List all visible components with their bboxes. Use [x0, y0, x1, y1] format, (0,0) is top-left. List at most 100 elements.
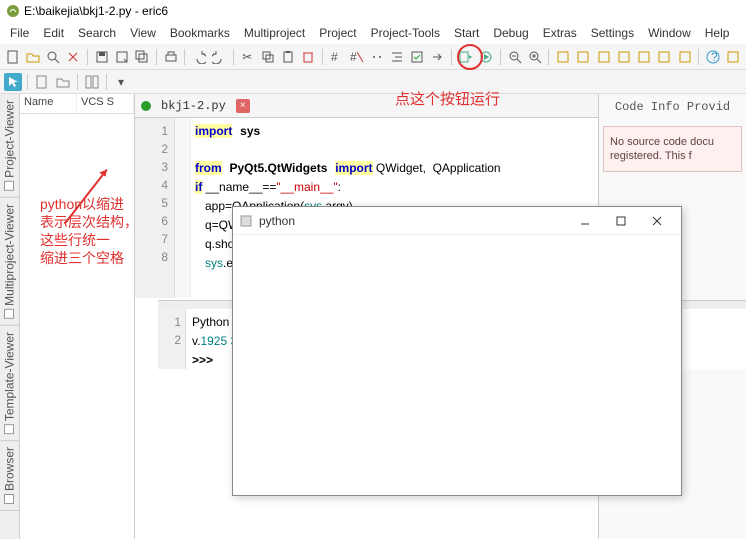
tool-icon[interactable] — [595, 48, 612, 66]
active-tab[interactable]: bkj1-2.py — [157, 97, 230, 115]
toolbar-separator — [77, 74, 78, 90]
close-icon[interactable] — [65, 48, 82, 66]
svg-text:?: ? — [711, 50, 718, 64]
save-icon[interactable] — [93, 48, 110, 66]
menu-extras[interactable]: Extras — [537, 24, 583, 42]
panel-icon — [5, 181, 15, 191]
goto-icon[interactable] — [429, 48, 446, 66]
left-side-tabs: Project-Viewer Multiproject-Viewer Templ… — [0, 94, 20, 539]
close-button[interactable] — [639, 209, 675, 233]
tool-icon[interactable] — [554, 48, 571, 66]
menu-multiproject[interactable]: Multiproject — [238, 24, 311, 42]
app-icon — [6, 4, 20, 18]
toolbar-separator — [322, 49, 323, 65]
toolbar-separator — [87, 49, 88, 65]
toolbar-separator — [27, 74, 28, 90]
tab-status-icon — [141, 101, 151, 111]
new-icon[interactable] — [33, 73, 51, 91]
python-icon — [239, 214, 253, 228]
undo-icon[interactable] — [190, 48, 207, 66]
menu-file[interactable]: File — [4, 24, 35, 42]
shell-gutter: 12 — [158, 309, 186, 369]
project-viewer-panel: Name VCS S — [20, 94, 135, 539]
svg-text:#: # — [350, 50, 357, 64]
menu-edit[interactable]: Edit — [37, 24, 70, 42]
tab-project-viewer[interactable]: Project-Viewer — [0, 94, 19, 198]
tool-icon[interactable] — [725, 48, 742, 66]
zoom-in-icon[interactable] — [526, 48, 543, 66]
run-project-icon[interactable] — [478, 48, 495, 66]
tab-browser[interactable]: Browser — [0, 441, 19, 511]
indent-icon[interactable] — [389, 48, 406, 66]
fold-margin — [175, 118, 191, 298]
popup-titlebar[interactable]: python — [233, 207, 681, 235]
panel-icon — [5, 494, 15, 504]
tool-icon[interactable] — [676, 48, 693, 66]
col-vcs[interactable]: VCS S — [77, 94, 134, 113]
window-title: E:\baikejia\bkj1-2.py - eric6 — [24, 4, 168, 18]
new-file-icon[interactable] — [4, 48, 21, 66]
tool-icon[interactable] — [636, 48, 653, 66]
dropdown-icon[interactable]: ▾ — [112, 73, 130, 91]
save-all-icon[interactable] — [134, 48, 151, 66]
menu-window[interactable]: Window — [642, 24, 697, 42]
toolbar-separator — [548, 49, 549, 65]
menu-start[interactable]: Start — [448, 24, 485, 42]
search-icon[interactable] — [45, 48, 62, 66]
minimize-button[interactable] — [567, 209, 603, 233]
copy-icon[interactable] — [259, 48, 276, 66]
tool-icon[interactable] — [656, 48, 673, 66]
menu-view[interactable]: View — [124, 24, 162, 42]
menubar: File Edit Search View Bookmarks Multipro… — [0, 22, 746, 44]
pointer-icon[interactable] — [4, 73, 22, 91]
toolbar-separator — [156, 49, 157, 65]
tool-icon[interactable] — [615, 48, 632, 66]
col-name[interactable]: Name — [20, 94, 77, 113]
zoom-out-icon[interactable] — [506, 48, 523, 66]
whitespace-icon[interactable] — [368, 48, 385, 66]
save-as-icon[interactable] — [113, 48, 130, 66]
layout-icon[interactable] — [83, 73, 101, 91]
delete-icon[interactable] — [299, 48, 316, 66]
task-icon[interactable] — [409, 48, 426, 66]
tab-multiproject-viewer[interactable]: Multiproject-Viewer — [0, 198, 19, 326]
toolbar-separator — [698, 49, 699, 65]
menu-project[interactable]: Project — [313, 24, 362, 42]
open-icon[interactable] — [54, 73, 72, 91]
uncomment-icon[interactable]: # — [348, 48, 365, 66]
project-columns: Name VCS S — [20, 94, 134, 114]
run-script-icon[interactable] — [457, 48, 474, 66]
run-annotation: 点这个按钮运行 — [395, 88, 500, 109]
maximize-button[interactable] — [603, 209, 639, 233]
toolbar-separator — [451, 49, 452, 65]
cut-icon[interactable]: ✂ — [239, 48, 256, 66]
toolbar-separator — [184, 49, 185, 65]
menu-bookmarks[interactable]: Bookmarks — [164, 24, 236, 42]
paste-icon[interactable] — [279, 48, 296, 66]
toolbar-separator — [106, 74, 107, 90]
print-icon[interactable] — [162, 48, 179, 66]
panel-icon — [5, 424, 15, 434]
menu-help[interactable]: Help — [699, 24, 736, 42]
help-icon[interactable]: ? — [704, 48, 721, 66]
code-info-title: Code Info Provid — [599, 94, 746, 120]
main-toolbar: ✂ # # ? — [0, 44, 746, 70]
close-tab-icon[interactable]: × — [236, 99, 250, 113]
menu-search[interactable]: Search — [72, 24, 122, 42]
python-app-window: python — [232, 206, 682, 496]
tool-icon[interactable] — [575, 48, 592, 66]
tab-template-viewer[interactable]: Template-Viewer — [0, 326, 19, 441]
line-gutter: 12345678 — [135, 118, 175, 298]
toolbar-separator — [500, 49, 501, 65]
secondary-toolbar: ▾ — [0, 70, 746, 94]
indent-annotation: python以缩进 表示层次结构， 这些行统一 缩进三个空格 — [40, 195, 138, 267]
redo-icon[interactable] — [210, 48, 227, 66]
comment-icon[interactable]: # — [328, 48, 345, 66]
panel-icon — [5, 309, 15, 319]
open-file-icon[interactable] — [24, 48, 41, 66]
editor-tabs: bkj1-2.py × — [135, 94, 598, 118]
menu-debug[interactable]: Debug — [487, 24, 534, 42]
menu-settings[interactable]: Settings — [585, 24, 640, 42]
menu-project-tools[interactable]: Project-Tools — [365, 24, 446, 42]
toolbar-separator — [233, 49, 234, 65]
